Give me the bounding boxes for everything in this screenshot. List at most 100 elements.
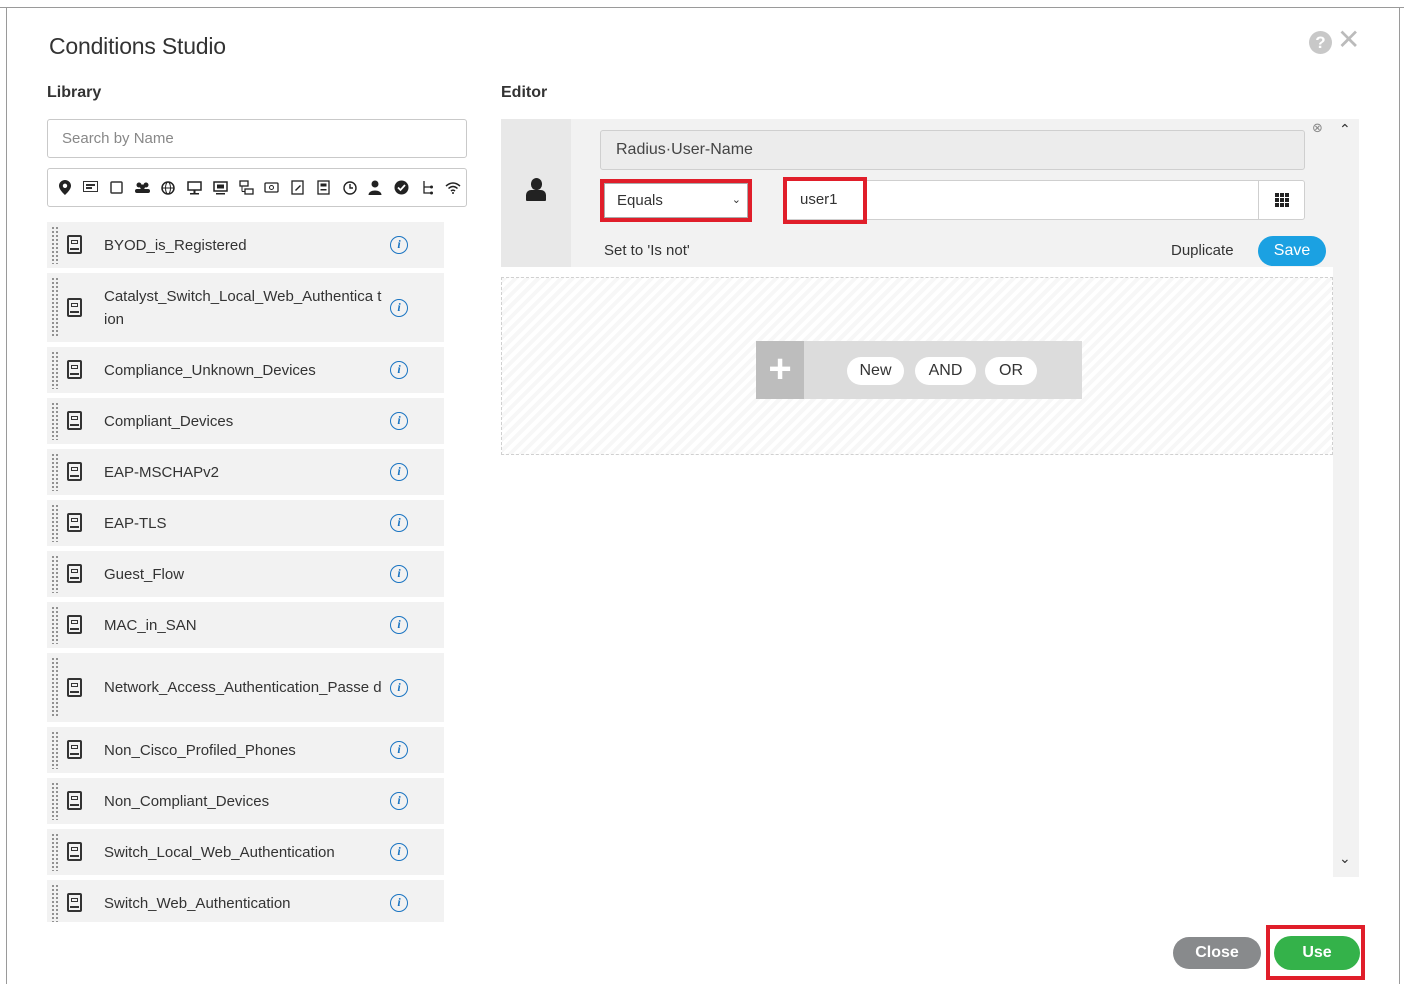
condition-doc-icon — [64, 738, 86, 762]
users-icon[interactable] — [130, 175, 156, 201]
condition-type-sidebar — [501, 119, 571, 267]
drag-handle-icon[interactable] — [51, 833, 59, 871]
value-highlight-box — [783, 177, 867, 224]
condition-doc-icon — [64, 409, 86, 433]
drag-handle-icon[interactable] — [51, 884, 59, 922]
question-icon[interactable]: ? — [1309, 31, 1332, 54]
library-item-name: Guest_Flow — [104, 565, 185, 583]
close-icon[interactable]: ✕ — [1337, 26, 1360, 54]
set-is-not-link[interactable]: Set to 'Is not' — [604, 242, 690, 259]
grid-icon — [1274, 193, 1289, 207]
save-button[interactable]: Save — [1258, 236, 1326, 266]
info-icon[interactable]: i — [390, 298, 408, 317]
window-top-border — [0, 0, 1404, 8]
drag-handle-icon[interactable] — [51, 453, 59, 491]
info-icon[interactable]: i — [390, 412, 408, 430]
info-icon[interactable]: i — [390, 741, 408, 759]
library-item[interactable]: Non_Cisco_Profiled_Phones i — [47, 727, 444, 773]
info-icon[interactable]: i — [390, 514, 408, 532]
location-icon[interactable] — [52, 175, 78, 201]
editor-panel: Radius·User-Name Equals ⌄ user1 Set to '… — [501, 119, 1359, 877]
clock-icon[interactable] — [337, 175, 363, 201]
library-item-name: Compliance_Unknown_Devices — [104, 361, 316, 379]
info-icon[interactable]: i — [390, 565, 408, 583]
plus-icon[interactable]: + — [756, 341, 804, 399]
attribute-field[interactable]: Radius·User-Name — [600, 130, 1305, 170]
and-button[interactable]: AND — [915, 357, 976, 385]
drag-handle-icon[interactable] — [51, 657, 59, 718]
library-item-name: Compliant_Devices — [104, 412, 234, 430]
library-item[interactable]: EAP-TLS i — [47, 500, 444, 546]
info-icon[interactable]: i — [390, 678, 408, 697]
library-item[interactable]: Compliant_Devices i — [47, 398, 444, 444]
user-icon — [524, 178, 548, 204]
library-item-name: EAP-MSCHAPv2 — [104, 463, 220, 481]
chevron-up-icon[interactable]: ⌃ — [1339, 121, 1351, 138]
condition-doc-icon — [64, 840, 86, 864]
info-icon[interactable]: i — [390, 361, 408, 379]
drag-handle-icon[interactable] — [51, 226, 59, 264]
condition-doc-icon — [64, 613, 86, 637]
square-icon[interactable] — [104, 175, 130, 201]
drag-handle-icon[interactable] — [51, 351, 59, 389]
drag-handle-icon[interactable] — [51, 504, 59, 542]
info-icon[interactable]: i — [390, 236, 408, 254]
drag-handle-icon[interactable] — [51, 555, 59, 593]
tree-icon[interactable] — [414, 175, 440, 201]
library-item-name: Switch_Web_Authentication — [104, 894, 291, 912]
check-circle-icon[interactable] — [388, 175, 414, 201]
library-item[interactable]: MAC_in_SAN i — [47, 602, 444, 648]
condition-doc-icon — [64, 676, 86, 700]
monitor-icon[interactable] — [181, 175, 207, 201]
desktop-icon[interactable] — [207, 175, 233, 201]
document-icon[interactable] — [311, 175, 337, 201]
drag-handle-icon[interactable] — [51, 782, 59, 820]
info-icon[interactable]: i — [390, 792, 408, 810]
condition-drop-area[interactable]: + New AND OR — [501, 277, 1333, 455]
library-item[interactable]: EAP-MSCHAPv2 i — [47, 449, 444, 495]
condition-doc-icon — [64, 562, 86, 586]
info-icon[interactable]: i — [390, 616, 408, 634]
wifi-icon[interactable] — [440, 175, 466, 201]
user-icon[interactable] — [363, 175, 389, 201]
info-icon[interactable]: i — [390, 894, 408, 912]
info-icon[interactable]: i — [390, 843, 408, 861]
library-item[interactable]: Compliance_Unknown_Devices i — [47, 347, 444, 393]
library-item[interactable]: BYOD_is_Registered i — [47, 222, 444, 268]
chevron-down-icon[interactable]: ⌄ — [1339, 850, 1351, 867]
library-item[interactable]: Network_Access_Authentication_Passe d i — [47, 653, 444, 722]
drag-handle-icon[interactable] — [51, 277, 59, 338]
condition-doc-icon — [64, 511, 86, 535]
library-item[interactable]: Non_Compliant_Devices i — [47, 778, 444, 824]
library-item-name: Switch_Local_Web_Authentication — [104, 843, 335, 861]
or-button[interactable]: OR — [985, 357, 1037, 385]
library-item[interactable]: Guest_Flow i — [47, 551, 444, 597]
drag-handle-icon[interactable] — [51, 606, 59, 644]
edit-doc-icon[interactable] — [285, 175, 311, 201]
duplicate-button[interactable]: Duplicate — [1171, 242, 1234, 259]
drag-handle-icon[interactable] — [51, 402, 59, 440]
library-item[interactable]: Switch_Web_Authentication i — [47, 880, 444, 922]
globe-icon[interactable] — [156, 175, 182, 201]
library-item-name: Catalyst_Switch_Local_Web_Authentica tio… — [104, 287, 382, 328]
condition-doc-icon — [64, 789, 86, 813]
tag-icon[interactable] — [78, 175, 104, 201]
dialog-title: Conditions Studio — [49, 33, 226, 59]
new-button[interactable]: New — [847, 357, 904, 385]
router-icon[interactable] — [259, 175, 285, 201]
library-item[interactable]: Catalyst_Switch_Local_Web_Authentica tio… — [47, 273, 444, 342]
condition-doc-icon — [64, 358, 86, 382]
library-search-input[interactable]: Search by Name — [47, 119, 467, 158]
remove-condition-icon[interactable]: ⊗ — [1312, 120, 1323, 136]
close-button[interactable]: Close — [1173, 937, 1261, 969]
condition-doc-icon — [64, 233, 86, 257]
info-icon[interactable]: i — [390, 463, 408, 481]
condition-doc-icon — [64, 460, 86, 484]
condition-row: Radius·User-Name Equals ⌄ user1 Set to '… — [501, 119, 1333, 267]
drag-handle-icon[interactable] — [51, 731, 59, 769]
library-item[interactable]: Switch_Local_Web_Authentication i — [47, 829, 444, 875]
library-item-name: BYOD_is_Registered — [104, 236, 247, 254]
editor-scrollbar[interactable]: ⌃ ⌄ — [1333, 119, 1359, 877]
value-picker-button[interactable] — [1258, 181, 1304, 219]
network-icon[interactable] — [233, 175, 259, 201]
